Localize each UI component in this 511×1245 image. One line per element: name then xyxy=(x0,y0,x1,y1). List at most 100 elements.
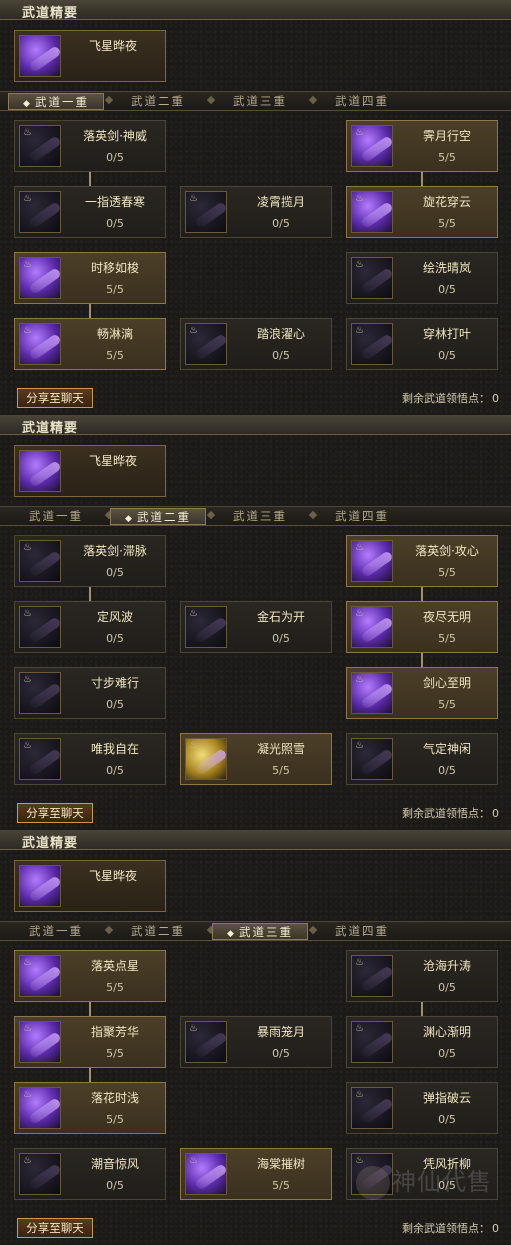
skill-node[interactable]: ♨ 落英剑·攻心 5/5 xyxy=(346,535,498,587)
share-to-chat-button[interactable]: 分享至聊天 xyxy=(17,1218,93,1238)
skill-node[interactable]: ♨ 夜尽无明 5/5 xyxy=(346,601,498,653)
essence-card[interactable]: 飞星晔夜 xyxy=(14,445,166,497)
skill-node[interactable]: ♨ 凝光照雪 5/5 xyxy=(180,733,332,785)
tab-label: 武道二重 xyxy=(131,924,185,938)
skill-level: 5/5 xyxy=(106,1113,124,1126)
skill-name: 寸步难行 xyxy=(90,676,139,690)
sigil-icon: ♨ xyxy=(189,325,198,336)
skill-level: 0/5 xyxy=(106,698,124,711)
icon-glow xyxy=(194,1163,226,1191)
skill-node[interactable]: ♨ 渊心渐明 0/5 xyxy=(346,1016,498,1068)
skill-node[interactable]: ♨ 剑心至明 5/5 xyxy=(346,667,498,719)
sigil-icon: ♨ xyxy=(355,957,364,968)
skill-name: 潮音惊风 xyxy=(90,1157,139,1171)
tab-tier-1[interactable]: ◆ 武道一重 xyxy=(8,93,104,110)
skill-node[interactable]: ♨ 金石为开 0/5 xyxy=(180,601,332,653)
essence-card[interactable]: 飞星晔夜 xyxy=(14,30,166,82)
skill-level: 0/5 xyxy=(272,632,290,645)
icon-glow xyxy=(28,1031,60,1059)
skill-node[interactable]: ♨ 绘洗晴岚 0/5 xyxy=(346,252,498,304)
skill-node[interactable]: ♨ 弹指破云 0/5 xyxy=(346,1082,498,1134)
skill-name: 畅淋漓 xyxy=(96,327,133,341)
watermark-text: 神仙代售 xyxy=(392,1168,492,1196)
skill-connector xyxy=(421,587,423,601)
tab-tier-3[interactable]: 武道三重 xyxy=(212,508,308,525)
skill-name: 绘洗晴岚 xyxy=(422,261,471,275)
sigil-icon: ♨ xyxy=(189,740,198,751)
icon-glow xyxy=(28,333,60,361)
sigil-icon: ♨ xyxy=(189,1155,198,1166)
sigil-icon: ♨ xyxy=(355,608,364,619)
purple-moon-blade-icon: ♨ xyxy=(19,257,61,299)
sigil-icon: ♨ xyxy=(189,1023,198,1034)
skill-name: 穿林打叶 xyxy=(422,327,471,341)
skill-node[interactable]: ♨ 落花时浅 5/5 xyxy=(14,1082,166,1134)
skill-node[interactable]: ♨ 霁月行空 5/5 xyxy=(346,120,498,172)
skill-node[interactable]: ♨ 潮音惊风 0/5 xyxy=(14,1148,166,1200)
tab-tier-4[interactable]: 武道四重 xyxy=(314,93,410,110)
skill-node[interactable]: ♨ 落英点星 5/5 xyxy=(14,950,166,1002)
skill-node[interactable]: ♨ 定风波 0/5 xyxy=(14,601,166,653)
share-to-chat-button[interactable]: 分享至聊天 xyxy=(17,803,93,823)
tab-tier-1[interactable]: 武道一重 xyxy=(8,508,104,525)
skill-node[interactable]: ♨ 凌霄揽月 0/5 xyxy=(180,186,332,238)
skill-name: 夜尽无明 xyxy=(422,610,471,624)
skill-node[interactable]: ♨ 穿林打叶 0/5 xyxy=(346,318,498,370)
panel-title: 武道精要 xyxy=(22,836,79,851)
skill-node[interactable]: ♨ 时移如梭 5/5 xyxy=(14,252,166,304)
icon-glow xyxy=(28,1097,60,1125)
skill-node[interactable]: ♨ 沧海升涛 0/5 xyxy=(346,950,498,1002)
purple-blade-icon: ♨ xyxy=(351,257,393,299)
purple-blade-icon: ♨ xyxy=(19,125,61,167)
tab-tier-1[interactable]: 武道一重 xyxy=(8,923,104,940)
essence-name: 飞星晔夜 xyxy=(88,869,137,883)
skill-panel-2: 武道精要 飞星晔夜 武道一重 ◆ 武道二重 武道三重 武道四重 ♨ 落英剑·滞脉 0/5 ♨ 落英剑·… xyxy=(0,415,511,830)
skill-node[interactable]: ♨ 唯我自在 0/5 xyxy=(14,733,166,785)
swirl-vortex-icon: ♨ xyxy=(185,191,227,233)
purple-blade-icon: ♨ xyxy=(351,323,393,365)
active-diamond-icon: ◆ xyxy=(227,929,236,939)
icon-glow xyxy=(360,682,392,710)
skill-level: 0/5 xyxy=(438,981,456,994)
remaining-value: 0 xyxy=(492,1222,499,1235)
tab-tier-4[interactable]: 武道四重 xyxy=(314,508,410,525)
skill-node[interactable]: ♨ 暴雨笼月 0/5 xyxy=(180,1016,332,1068)
tab-tier-2[interactable]: 武道二重 xyxy=(110,923,206,940)
purple-figure-icon: ♨ xyxy=(351,125,393,167)
skill-node[interactable]: ♨ 落英剑·神威 0/5 xyxy=(14,120,166,172)
sigil-icon: ♨ xyxy=(355,193,364,204)
skill-name: 唯我自在 xyxy=(90,742,139,756)
skill-name: 沧海升涛 xyxy=(422,959,471,973)
remaining-value: 0 xyxy=(492,392,499,405)
skill-node[interactable]: ♨ 指聚芳华 5/5 xyxy=(14,1016,166,1068)
tab-label: 武道三重 xyxy=(233,509,287,523)
sigil-icon: ♨ xyxy=(355,542,364,553)
share-to-chat-button[interactable]: 分享至聊天 xyxy=(17,388,93,408)
skill-node[interactable]: ♨ 畅淋漓 5/5 xyxy=(14,318,166,370)
sigil-icon: ♨ xyxy=(23,1023,32,1034)
sigil-icon: ♨ xyxy=(23,1089,32,1100)
purple-blade-icon: ♨ xyxy=(19,191,61,233)
skill-connector xyxy=(421,653,423,667)
tab-label: 武道一重 xyxy=(34,95,89,109)
skill-name: 渊心渐明 xyxy=(422,1025,471,1039)
tab-tier-4[interactable]: 武道四重 xyxy=(314,923,410,940)
skill-node[interactable]: ♨ 落英剑·滞脉 0/5 xyxy=(14,535,166,587)
tab-tier-2[interactable]: ◆ 武道二重 xyxy=(110,508,206,525)
sigil-icon: ♨ xyxy=(189,193,198,204)
essence-card[interactable]: 飞星晔夜 xyxy=(14,860,166,912)
skill-name: 落英点星 xyxy=(90,959,139,973)
skill-node[interactable]: ♨ 寸步难行 0/5 xyxy=(14,667,166,719)
skill-node[interactable]: ♨ 海棠摧树 5/5 xyxy=(180,1148,332,1200)
skill-node[interactable]: ♨ 气定神闲 0/5 xyxy=(346,733,498,785)
skill-node[interactable]: ♨ 一指透春寒 0/5 xyxy=(14,186,166,238)
icon-glow xyxy=(194,748,226,776)
tab-tier-2[interactable]: 武道二重 xyxy=(110,93,206,110)
tab-tier-3[interactable]: 武道三重 xyxy=(212,93,308,110)
purple-rays-icon: ♨ xyxy=(185,1021,227,1063)
skill-name: 时移如梭 xyxy=(90,261,139,275)
tab-tier-3[interactable]: ◆ 武道三重 xyxy=(212,923,308,940)
icon-glow xyxy=(28,965,60,993)
skill-node[interactable]: ♨ 旋花穿云 5/5 xyxy=(346,186,498,238)
skill-node[interactable]: ♨ 踏浪濯心 0/5 xyxy=(180,318,332,370)
